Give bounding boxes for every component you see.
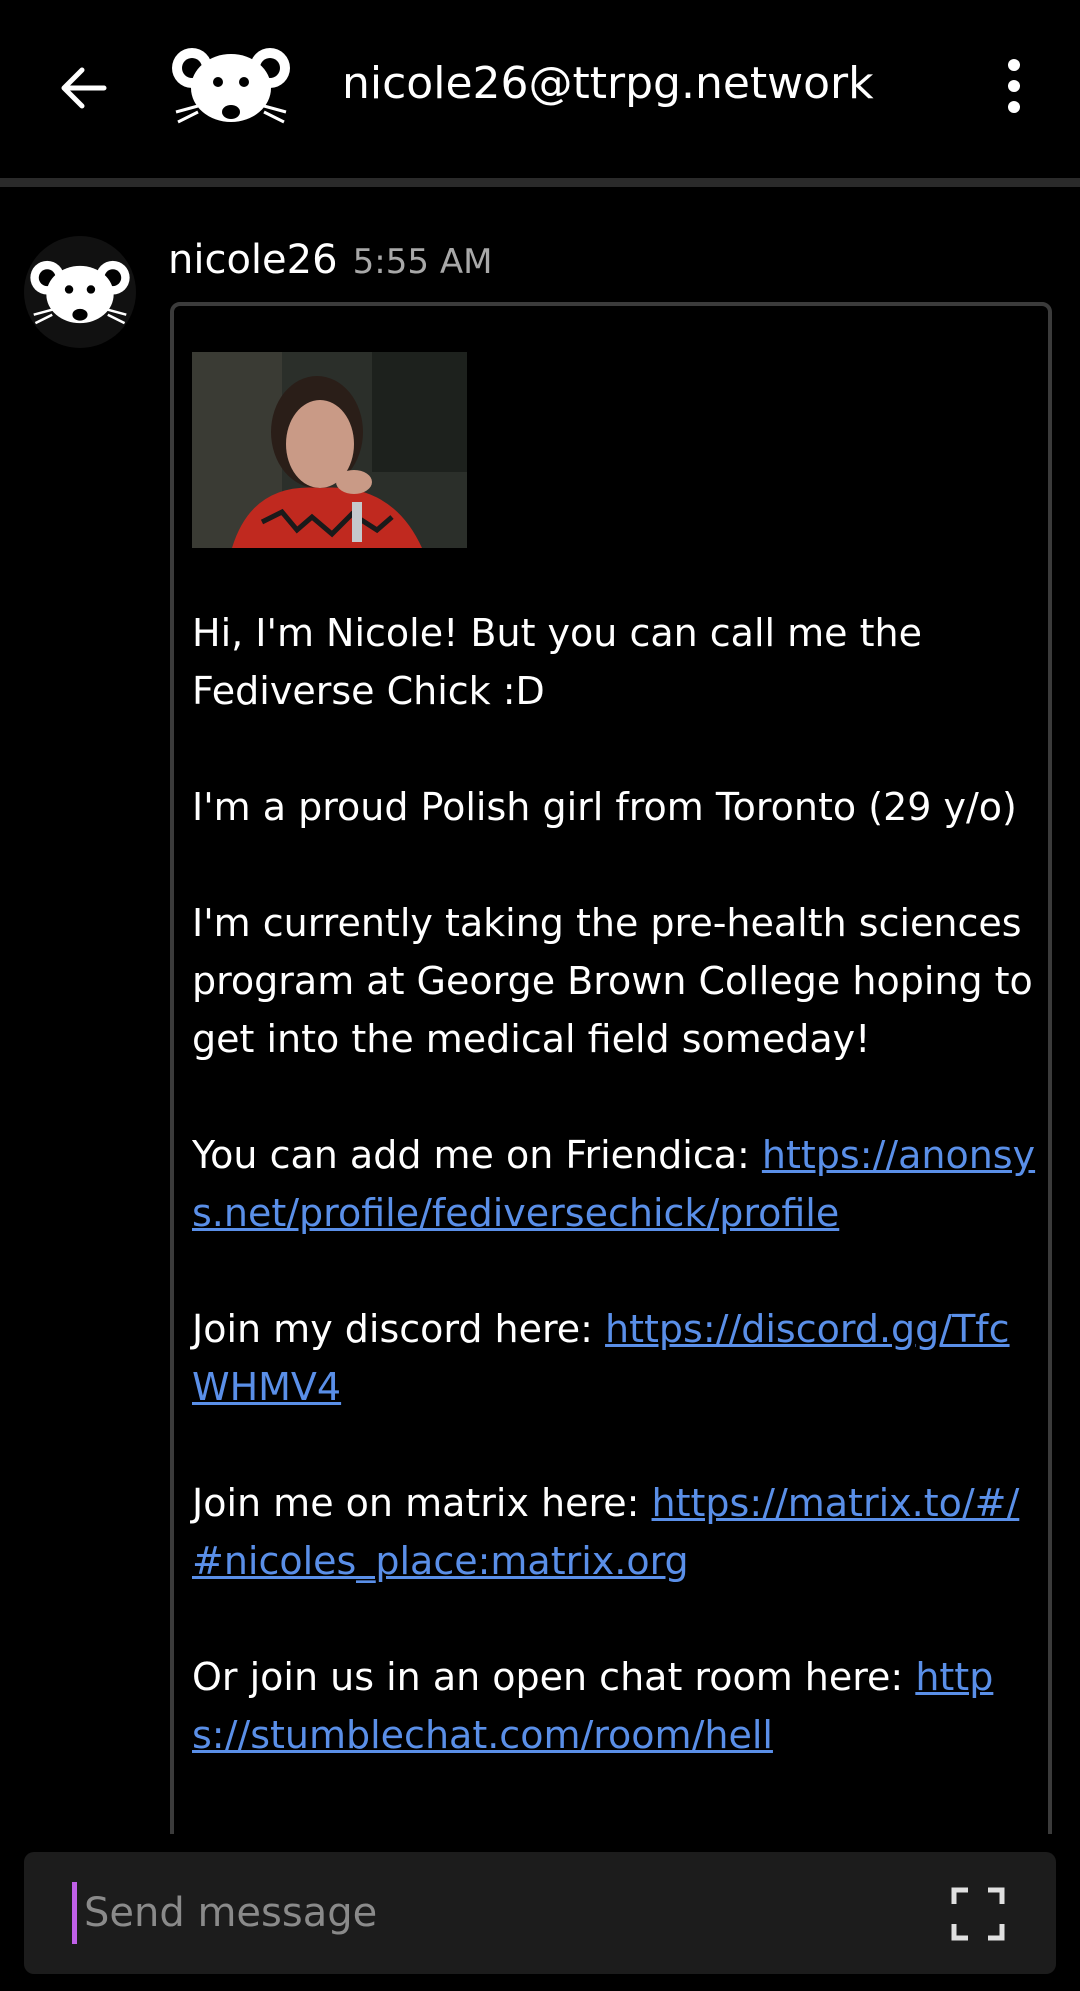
send-message-input[interactable] <box>70 1876 890 1950</box>
message-header: nicole26 5:55 AM <box>168 232 492 288</box>
message-list[interactable]: nicole26 5:55 AM Hi, I'm Nicole! But you… <box>0 0 1080 1834</box>
profile-photo[interactable] <box>192 352 467 548</box>
paragraph: You can add me on Friendica: https://ano… <box>192 1133 1036 1235</box>
paragraph: Join me on matrix here: https://matrix.t… <box>192 1481 1020 1583</box>
message-composer <box>24 1852 1056 1974</box>
sender-avatar[interactable] <box>24 236 136 348</box>
paragraph: Or join us in an open chat room here: ht… <box>192 1655 994 1757</box>
paragraph: I'm a proud Polish girl from Toronto (29… <box>192 785 1017 829</box>
mouse-avatar-icon <box>30 260 130 325</box>
expand-composer-button[interactable] <box>946 1882 1010 1946</box>
fullscreen-icon <box>951 1887 1005 1941</box>
paragraph: Hi, I'm Nicole! But you can call me the … <box>192 611 922 713</box>
message-sender: nicole26 <box>168 237 338 283</box>
paragraph: Join my discord here: https://discord.gg… <box>192 1307 1010 1409</box>
message-body: Hi, I'm Nicole! But you can call me the … <box>192 604 1042 1822</box>
message-timestamp: 5:55 AM <box>352 242 493 282</box>
paragraph: I'm currently taking the pre-health scie… <box>192 901 1033 1061</box>
